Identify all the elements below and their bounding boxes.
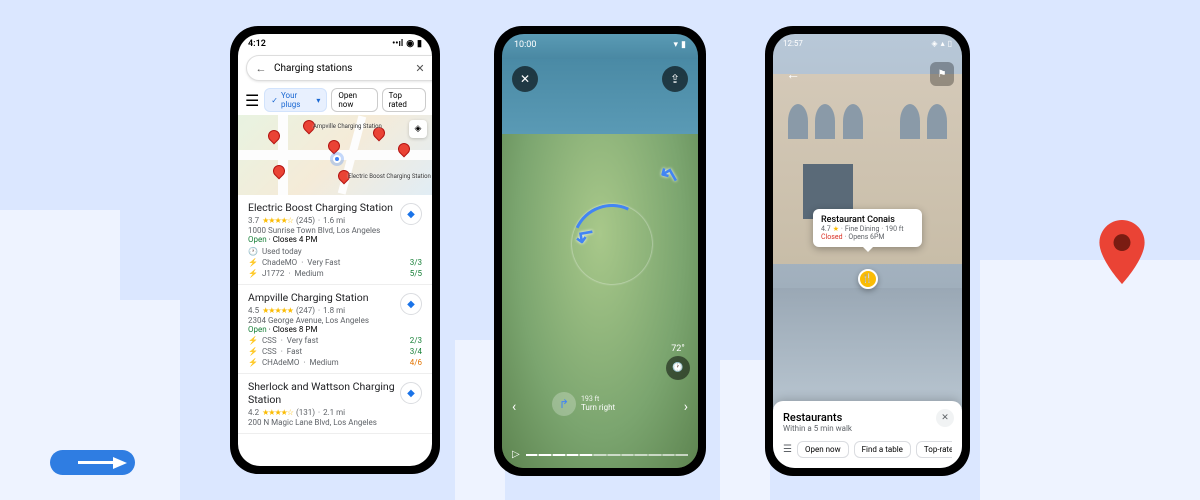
clock-icon: 🕐 [248, 247, 258, 256]
chevron-down-icon: ▾ [316, 96, 320, 105]
map-label: Ampville Charging Station [313, 123, 382, 130]
phone-maps-search: 4:12 ••ıl ◉ ▮ ← ✕ 🎤 ☰ ✓Your plugs▾ Open … [230, 26, 440, 474]
status-time: 12:57 [783, 39, 803, 48]
search-results[interactable]: ◆ Electric Boost Charging Station 3.7★★★… [238, 195, 432, 466]
stars-icon: ★★★★★ [262, 306, 293, 315]
map-label: Electric Boost Charging Station [348, 173, 431, 180]
prev-step-button[interactable]: ‹ [512, 399, 516, 415]
signal-icon: ••ıl [392, 39, 403, 49]
nav-instruction: ↱ 193 ft Turn right [552, 392, 615, 416]
back-button[interactable]: ← [781, 62, 805, 86]
time-icon: 🕐 [666, 356, 690, 380]
wifi-icon: ▾ [674, 40, 679, 50]
chip-your-plugs[interactable]: ✓Your plugs▾ [264, 88, 327, 112]
map[interactable]: Ampville Charging Station Electric Boost… [238, 115, 432, 195]
bolt-icon: ⚡ [248, 358, 258, 367]
close-button[interactable]: ✕ [512, 66, 538, 92]
wifi-icon: ◈ [931, 39, 937, 48]
layers-button[interactable]: ◈ [409, 120, 427, 138]
report-button[interactable]: ⚑ [930, 62, 954, 86]
result-item[interactable]: ◆ Electric Boost Charging Station 3.7★★★… [238, 195, 432, 285]
status-time: 10:00 [514, 40, 536, 50]
clear-icon[interactable]: ✕ [412, 60, 428, 76]
directions-button[interactable]: ◆ [400, 382, 422, 404]
wifi-icon: ◉ [406, 39, 414, 49]
search-input[interactable] [274, 63, 407, 74]
turn-right-icon: ↱ [552, 392, 576, 416]
phone-immersive-view: 10:00 ▾▮ ✕ ⇪ ↰ ↰ 72° 🕐 ‹ › ↱ 193 ft Turn… [494, 26, 706, 476]
result-title: Electric Boost Charging Station [248, 201, 422, 214]
playback-bar[interactable]: ▷ [512, 449, 688, 460]
bolt-icon: ⚡ [248, 269, 258, 278]
bolt-icon: ⚡ [248, 347, 258, 356]
battery-icon: ▮ [681, 40, 686, 50]
decorative-arrow [50, 450, 135, 475]
bottom-sheet[interactable]: ✕ Restaurants Within a 5 min walk ☰ Open… [773, 401, 962, 468]
bolt-icon: ⚡ [248, 258, 258, 267]
user-location-dot [333, 155, 341, 163]
chip-top-rated[interactable]: Top rated [382, 88, 426, 112]
close-button[interactable]: ✕ [936, 409, 954, 427]
status-bar: 10:00 ▾▮ [502, 34, 698, 56]
phone-lens-view: 12:57 ◈ ▴▯ ← ⚑ Restaurant Conais 4.7★·Fin… [765, 26, 970, 476]
business-card[interactable]: Restaurant Conais 4.7★·Fine Dining·190 f… [813, 209, 922, 247]
signal-icon: ▴ [941, 39, 945, 48]
status-bar: 4:12 ••ıl ◉ ▮ [238, 34, 432, 51]
directions-button[interactable]: ◆ [400, 293, 422, 315]
stars-icon: ★★★★☆ [262, 408, 293, 417]
result-item[interactable]: ◆ Ampville Charging Station 4.5★★★★★(247… [238, 285, 432, 374]
decorative-pin [1099, 220, 1145, 284]
business-marker[interactable]: 🍴 [858, 269, 878, 289]
battery-icon: ▯ [948, 39, 952, 48]
bolt-icon: ⚡ [248, 336, 258, 345]
status-time: 4:12 [248, 39, 266, 49]
search-input-container[interactable]: ← ✕ 🎤 [246, 55, 432, 81]
weather-widget[interactable]: 72° 🕐 [666, 344, 690, 380]
chip-find-table[interactable]: Find a table [854, 441, 911, 458]
battery-icon: ▮ [417, 39, 422, 49]
star-icon: ★ [833, 225, 839, 233]
result-item[interactable]: ◆ Sherlock and Wattson Charging Station … [238, 374, 432, 434]
directions-button[interactable]: ◆ [400, 203, 422, 225]
chip-open-now[interactable]: Open now [797, 441, 849, 458]
back-icon[interactable]: ← [253, 60, 269, 76]
share-button[interactable]: ⇪ [662, 66, 688, 92]
chip-top-rated[interactable]: Top-rated [916, 441, 952, 458]
play-button[interactable]: ▷ [512, 449, 520, 460]
status-bar: 12:57 ◈ ▴▯ [773, 34, 962, 53]
next-step-button[interactable]: › [684, 399, 688, 415]
filter-icon[interactable]: ☰ [244, 91, 260, 109]
chip-open-now[interactable]: Open now [331, 88, 377, 112]
filter-icon[interactable]: ☰ [783, 444, 792, 455]
stars-icon: ★★★★☆ [262, 216, 293, 225]
check-icon: ✓ [271, 96, 278, 105]
